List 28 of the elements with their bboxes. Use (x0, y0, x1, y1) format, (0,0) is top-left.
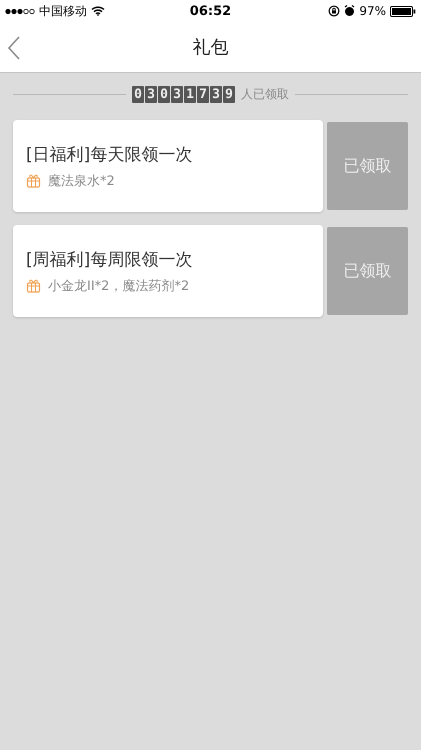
gift-icon (26, 173, 41, 188)
gift-contents: 小金龙II*2，魔法药剂*2 (48, 278, 190, 294)
rotation-lock-icon (328, 5, 340, 17)
back-icon (8, 36, 20, 60)
counter-digit: 0 (158, 86, 170, 102)
back-button[interactable] (6, 34, 22, 62)
gift-title: [周福利]每周限领一次 (26, 248, 194, 270)
counter-digit: 3 (145, 86, 157, 102)
claimed-stub[interactable]: 已领取 (327, 227, 408, 315)
counter-label: 人已领取 (241, 86, 289, 102)
counter-digit: 7 (197, 86, 209, 102)
claimed-stub[interactable]: 已领取 (327, 122, 408, 210)
page-title: 礼包 (192, 36, 228, 59)
counter-digit: 0 (132, 86, 144, 102)
counter-digit: 1 (184, 86, 196, 102)
counter-digit: 3 (171, 86, 183, 102)
signal-icon (5, 8, 35, 14)
counter-digit: 3 (210, 86, 222, 102)
carrier: 中国移动 (39, 2, 87, 20)
battery-percent: 97% (359, 4, 386, 18)
battery-icon (390, 6, 416, 16)
counter-digit: 9 (223, 86, 235, 102)
gift-icon (26, 278, 41, 293)
wifi-icon (91, 6, 105, 16)
clock: 06:52 (190, 4, 232, 18)
gift-contents: 魔法泉水*2 (48, 172, 115, 190)
alarm-icon (344, 5, 356, 17)
gift-title: [日福利]每天限领一次 (26, 144, 194, 166)
